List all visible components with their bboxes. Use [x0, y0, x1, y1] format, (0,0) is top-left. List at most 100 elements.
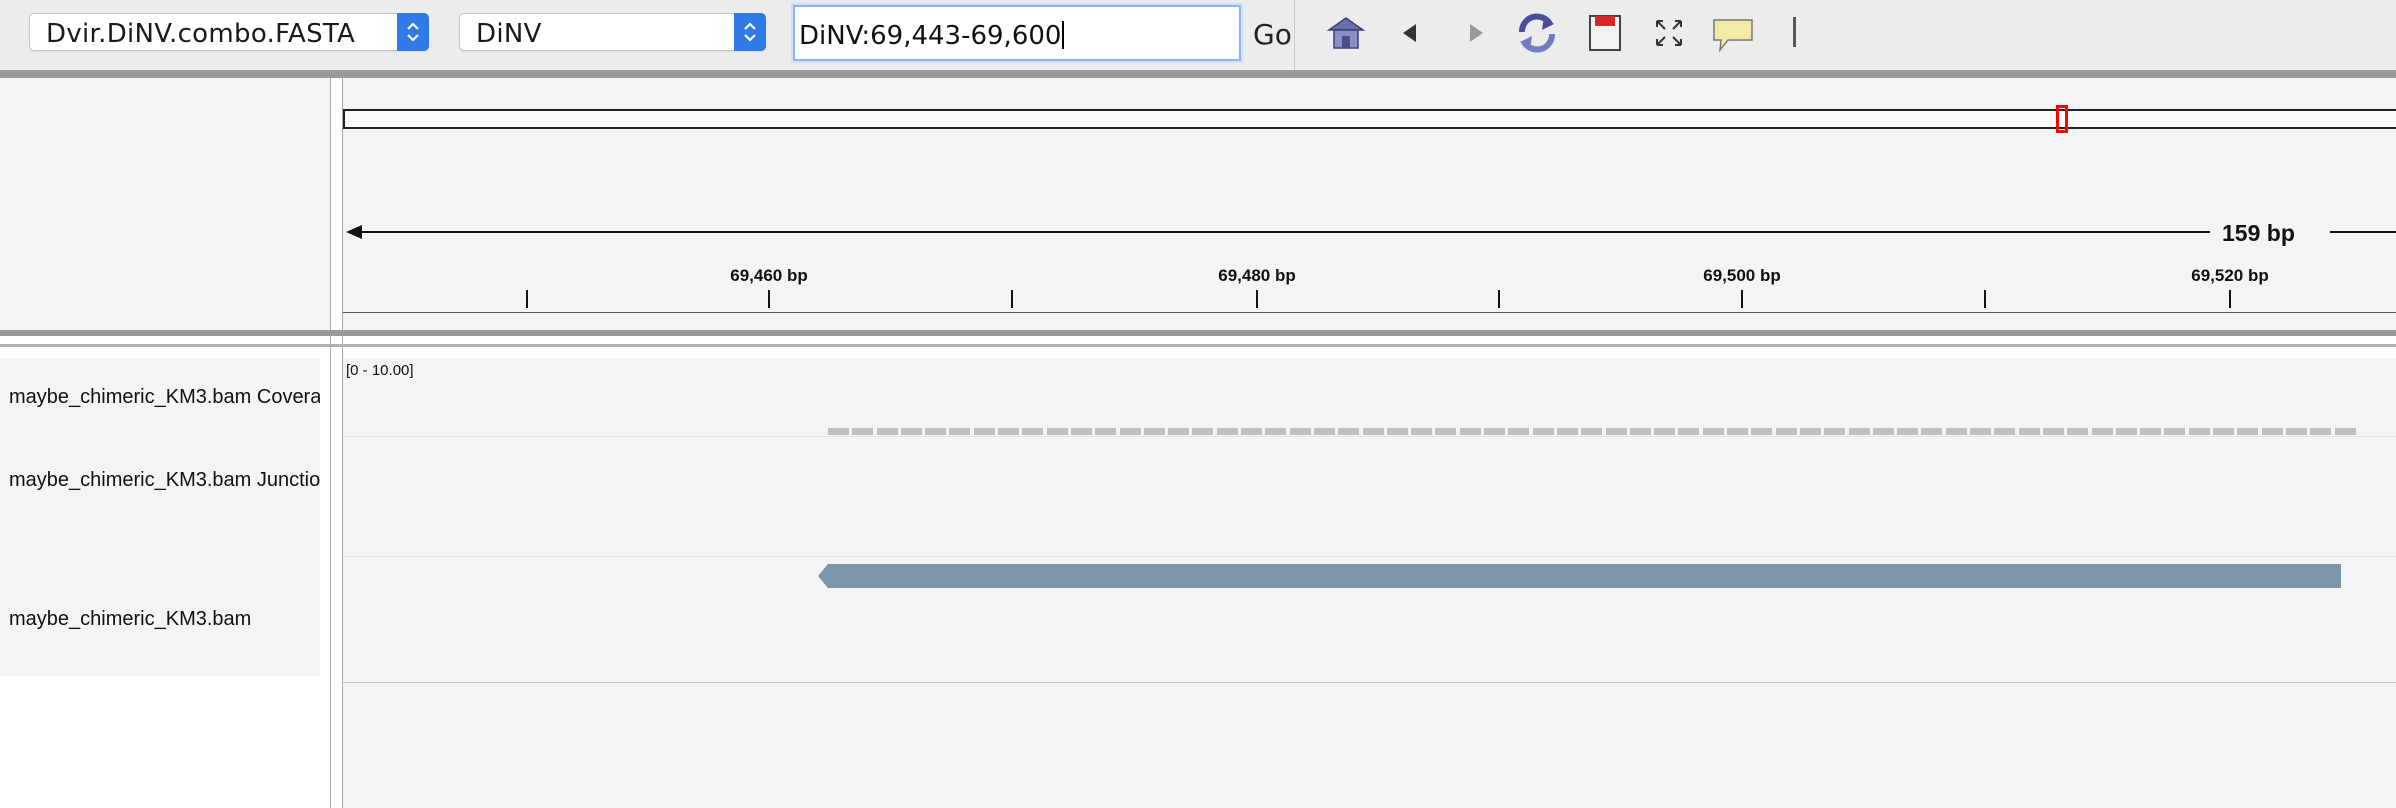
coverage-bar [1581, 428, 1602, 435]
coverage-bar [925, 428, 946, 435]
coverage-bar [949, 428, 970, 435]
refresh-icon[interactable] [1514, 10, 1560, 56]
coverage-bar [1241, 428, 1262, 435]
coverage-bar [1071, 428, 1092, 435]
coverage-bar [1849, 428, 1870, 435]
popup-text-icon[interactable] [1712, 18, 1754, 52]
coverage-bar [2262, 428, 2283, 435]
span-label: 159 bp [2222, 220, 2295, 246]
coverage-bar [1022, 428, 1043, 435]
coverage-bar [1776, 428, 1797, 435]
ruler-tick-label: 69,480 bp [1218, 266, 1296, 285]
coverage-bar [1824, 428, 1845, 435]
fit-to-window-icon[interactable] [1654, 18, 1684, 48]
data-panel [343, 358, 2396, 682]
alignment-track-label[interactable]: maybe_chimeric_KM3.bam [9, 608, 320, 631]
coverage-bar [2116, 428, 2137, 435]
coverage-bar [1484, 428, 1505, 435]
coverage-bar [1217, 428, 1238, 435]
toolbar: Dvir.DiNV.combo.FASTA DiNV DiNV:69,443-6… [0, 0, 2396, 71]
coverage-bar [1946, 428, 1967, 435]
track-name-panel: maybe_chimeric_KM3.bam Coverage maybe_ch… [0, 358, 320, 676]
panel-divider[interactable] [0, 330, 2396, 336]
coverage-bar [2140, 428, 2161, 435]
coverage-bar [1606, 428, 1627, 435]
coverage-bar [1095, 428, 1116, 435]
coverage-bar [1265, 428, 1286, 435]
coverage-bar [1970, 428, 1991, 435]
coverage-bar [1363, 428, 1384, 435]
region-of-interest-icon[interactable] [1588, 14, 1622, 52]
coverage-bar [1047, 428, 1068, 435]
coverage-bar [1727, 428, 1748, 435]
coverage-bar [2189, 428, 2210, 435]
coverage-bar [2335, 428, 2356, 435]
ruler-tick [1984, 290, 1986, 308]
panel-divider-lower [0, 344, 2396, 347]
alignment-read[interactable] [818, 564, 2342, 590]
go-button[interactable]: Go [1253, 18, 1292, 51]
ruler-tick [526, 290, 528, 308]
coverage-bar [1800, 428, 1821, 435]
coverage-bar [828, 428, 849, 435]
chromosome-ideogram[interactable] [343, 109, 2396, 129]
chevron-updown-icon [397, 13, 429, 51]
coverage-track-label[interactable]: maybe_chimeric_KM3.bam Coverage [9, 386, 320, 409]
track-separator [343, 556, 2396, 557]
coverage-bar [1387, 428, 1408, 435]
locus-search-input[interactable]: DiNV:69,443-69,600 [793, 5, 1241, 61]
header-border [0, 70, 2396, 78]
ruler-baseline [343, 312, 2396, 313]
coverage-bar [2019, 428, 2040, 435]
home-icon[interactable] [1325, 12, 1367, 54]
junctions-track-label[interactable]: maybe_chimeric_KM3.bam Junctions [9, 469, 320, 492]
coverage-bar [1533, 428, 1554, 435]
text-caret [1062, 21, 1065, 49]
coverage-bar [2213, 428, 2234, 435]
forward-icon[interactable] [1466, 22, 1486, 44]
coverage-bar [2310, 428, 2331, 435]
current-region-marker [2056, 105, 2068, 133]
coverage-bar [852, 428, 873, 435]
coverage-bar [1703, 428, 1724, 435]
span-line-left [350, 231, 2210, 233]
coverage-bar [2092, 428, 2113, 435]
ruler-tick [1011, 290, 1013, 308]
coverage-bar [1678, 428, 1699, 435]
coverage-bar [1460, 428, 1481, 435]
coverage-data-range: [0 - 10.00] [346, 362, 414, 379]
ruler-tick [2229, 290, 2231, 308]
coverage-bar [901, 428, 922, 435]
coverage-bar [1120, 428, 1141, 435]
coverage-bar [1435, 428, 1456, 435]
coverage-bar [1630, 428, 1651, 435]
ruler-tick-label: 69,500 bp [1703, 266, 1781, 285]
toolbar-end-separator [1793, 17, 1796, 47]
chromosome-dropdown[interactable]: DiNV [459, 13, 766, 51]
coverage-bar [974, 428, 995, 435]
ruler-tick [1741, 290, 1743, 308]
ruler-tick [768, 290, 770, 308]
coverage-bar [1654, 428, 1675, 435]
back-icon[interactable] [1400, 22, 1420, 44]
coverage-bar [2237, 428, 2258, 435]
genome-dropdown[interactable]: Dvir.DiNV.combo.FASTA [29, 13, 429, 51]
coverage-bar [1338, 428, 1359, 435]
track-separator [343, 436, 2396, 437]
genome-dropdown-value: Dvir.DiNV.combo.FASTA [46, 19, 356, 49]
coverage-bar [1168, 428, 1189, 435]
header-name-panel [0, 78, 330, 330]
coverage-bar [1144, 428, 1165, 435]
coverage-bar [1411, 428, 1432, 435]
panel-splitter[interactable] [330, 78, 343, 808]
coverage-bar [1192, 428, 1213, 435]
coverage-bar [1314, 428, 1335, 435]
span-line-right [2330, 231, 2396, 233]
coverage-bar [877, 428, 898, 435]
ruler-tick [1256, 290, 1258, 308]
coverage-bar [2067, 428, 2088, 435]
coverage-bar [1897, 428, 1918, 435]
coverage-bar [998, 428, 1019, 435]
coverage-bar [1290, 428, 1311, 435]
toolbar-separator [1294, 0, 1295, 70]
